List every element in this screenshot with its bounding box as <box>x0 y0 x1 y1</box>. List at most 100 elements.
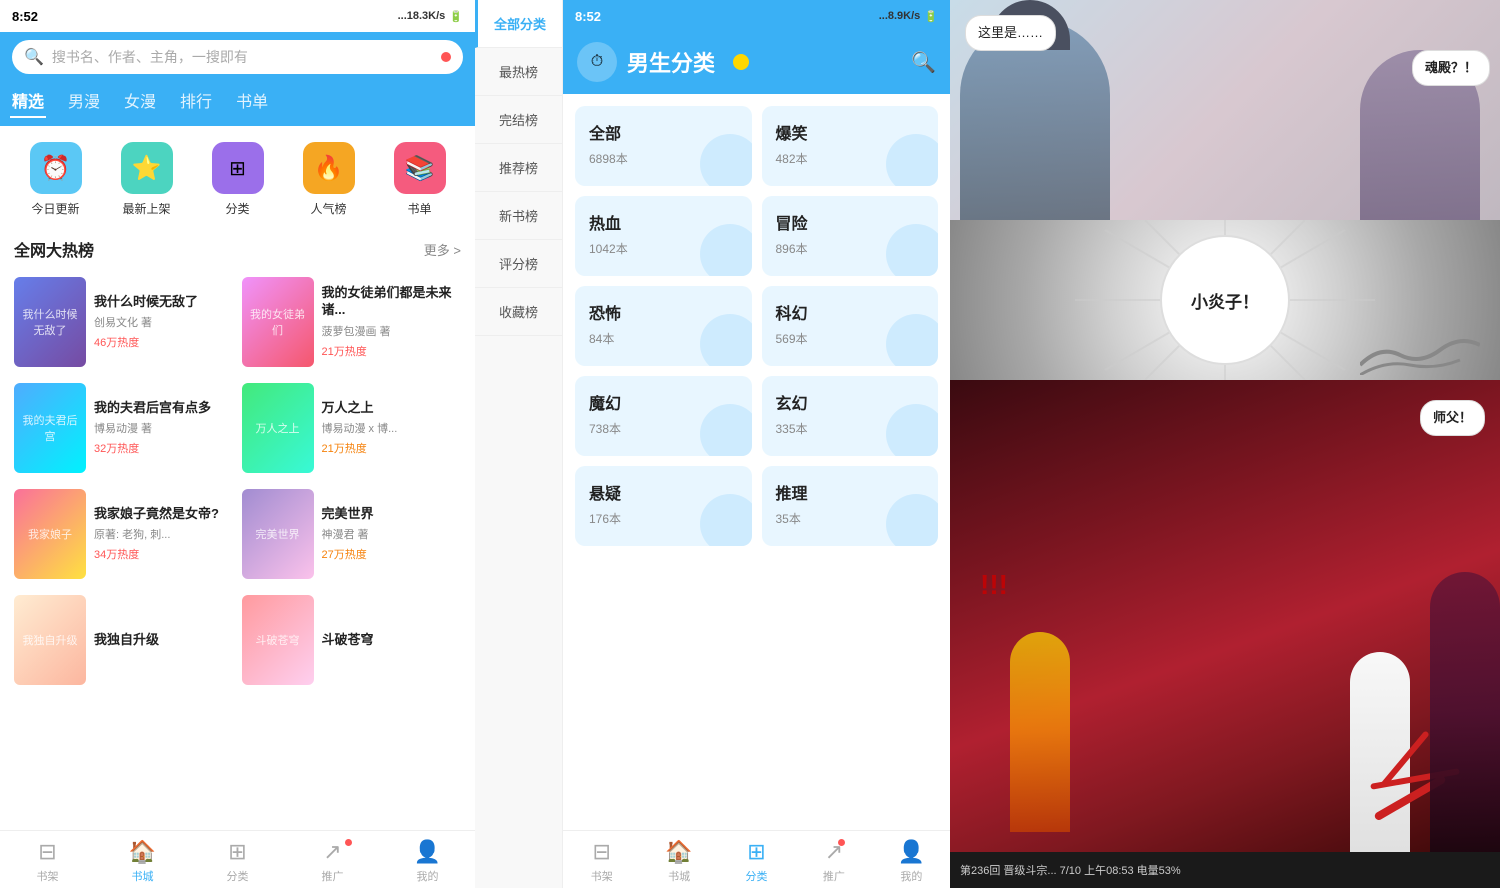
book-title-4: 我家娘子竟然是女帝? <box>94 506 234 523</box>
category-nav-label-left: 分类 <box>227 868 249 884</box>
bottom-nav-bookshelf[interactable]: ⊟ 书架 <box>0 839 95 884</box>
comic-status-bar: 第236回 晋级斗宗... 7/10 上午08:53 电量53% <box>950 852 1500 888</box>
booklist-icon: 📚 <box>394 142 446 194</box>
book-heat-0: 46万热度 <box>94 334 234 350</box>
book-item-2[interactable]: 我的夫君后宫 我的夫君后宫有点多 博易动漫 著 32万热度 <box>10 375 238 481</box>
cat-card-xuan[interactable]: 玄幻 335本 <box>762 376 939 456</box>
time-left: 8:52 <box>12 9 38 24</box>
cat-bg-funny <box>886 134 938 186</box>
bottom-nav-mine-left[interactable]: 👤 我的 <box>380 839 475 884</box>
quick-icon-booklist[interactable]: 📚 书单 <box>394 142 446 217</box>
book-item-3[interactable]: 万人之上 万人之上 博易动漫 x 博... 21万热度 <box>238 375 466 481</box>
cat-card-horror[interactable]: 恐怖 84本 <box>575 286 752 366</box>
sidebar-recommended[interactable]: 推荐榜 <box>475 144 562 192</box>
cats-search-icon[interactable]: 🔍 <box>911 50 936 75</box>
bottom-nav-bookcity-mid[interactable]: 🏠 书城 <box>640 839 717 884</box>
sidebar-newbooks[interactable]: 新书榜 <box>475 192 562 240</box>
tab-ranking[interactable]: 排行 <box>178 84 214 118</box>
tab-female[interactable]: 女漫 <box>122 84 158 118</box>
quick-icon-today[interactable]: ⏰ 今日更新 <box>30 142 82 217</box>
category-icon: ⊞ <box>212 142 264 194</box>
search-input-wrap[interactable]: 🔍 搜书名、作者、主角，一搜即有 <box>12 40 463 74</box>
cat-card-magic[interactable]: 魔幻 738本 <box>575 376 752 456</box>
bottom-nav-bookshelf-mid[interactable]: ⊟ 书架 <box>563 839 640 884</box>
bubble-text-shifu: 师父！ <box>1433 410 1472 425</box>
book-title-3: 万人之上 <box>322 400 462 417</box>
cat-card-action[interactable]: 热血 1042本 <box>575 196 752 276</box>
sidebar-collected[interactable]: 收藏榜 <box>475 288 562 336</box>
category-label: 分类 <box>225 200 249 217</box>
book-info-4: 我家娘子竟然是女帝? 原著: 老狗, 刺... 34万热度 <box>94 489 234 579</box>
bottom-nav-promo-left[interactable]: ↗ 推广 <box>285 839 380 884</box>
book-item-0[interactable]: 我什么时候无敌了 我什么时候无敌了 创易文化 著 46万热度 <box>10 269 238 375</box>
dark-figure <box>1430 572 1500 852</box>
category-nav-label-mid: 分类 <box>746 868 768 884</box>
book-title-2: 我的夫君后宫有点多 <box>94 400 234 417</box>
flame-figure <box>1010 632 1070 832</box>
sidebar-hottest[interactable]: 最热榜 <box>475 48 562 96</box>
sidebar-completed[interactable]: 完结榜 <box>475 96 562 144</box>
book-cover-1: 我的女徒弟们 <box>242 277 314 367</box>
book-cover-2: 我的夫君后宫 <box>14 383 86 473</box>
search-mic-dot[interactable] <box>441 52 451 62</box>
cat-card-scifi[interactable]: 科幻 569本 <box>762 286 939 366</box>
bookcity-nav-label-mid: 书城 <box>668 868 690 884</box>
comic-panel-3: 师父！ !!! <box>950 380 1500 852</box>
sidebar-categories: 全部分类 最热榜 完结榜 推荐榜 新书榜 评分榜 收藏榜 <box>475 0 563 888</box>
book-info-2: 我的夫君后宫有点多 博易动漫 著 32万热度 <box>94 383 234 473</box>
bubble-text-xiao-yan: 小炎子！ <box>1191 288 1259 313</box>
cat-card-all[interactable]: 全部 6898本 <box>575 106 752 186</box>
book-cover-4: 我家娘子 <box>14 489 86 579</box>
bottom-nav-mine-mid[interactable]: 👤 我的 <box>873 839 950 884</box>
cat-card-detective[interactable]: 推理 35本 <box>762 466 939 546</box>
mine-nav-label-mid: 我的 <box>900 868 922 884</box>
book-title-0: 我什么时候无敌了 <box>94 294 234 311</box>
bottom-nav-promo-mid[interactable]: ↗ 推广 <box>795 839 872 884</box>
bottom-nav-category-left[interactable]: ⊞ 分类 <box>190 839 285 884</box>
bookshelf-nav-icon-mid: ⊟ <box>592 839 610 865</box>
book-heat-1: 21万热度 <box>322 343 462 359</box>
tab-booklist[interactable]: 书单 <box>234 84 270 118</box>
book-cover-0: 我什么时候无敌了 <box>14 277 86 367</box>
hot-more-link[interactable]: 更多 > <box>424 240 461 259</box>
promo-nav-label-left: 推广 <box>322 868 344 884</box>
quick-icon-new[interactable]: ⭐ 最新上架 <box>121 142 173 217</box>
sidebar-all-cats[interactable]: 全部分类 <box>475 0 562 48</box>
quick-icon-category[interactable]: ⊞ 分类 <box>212 142 264 217</box>
book-cover-5: 完美世界 <box>242 489 314 579</box>
chains-svg <box>1360 325 1480 375</box>
comic-status-text: 第236回 晋级斗宗... 7/10 上午08:53 电量53% <box>960 862 1490 878</box>
new-label: 最新上架 <box>122 200 170 217</box>
panel-bookcity: 8:52 ...18.3K/s 🔋 🔍 搜书名、作者、主角，一搜即有 精选 男漫… <box>0 0 475 888</box>
book-heat-4: 34万热度 <box>94 546 234 562</box>
book-info-3: 万人之上 博易动漫 x 博... 21万热度 <box>322 383 462 473</box>
status-bar-mid: 8:52 ...8.9K/s 🔋 <box>563 0 950 32</box>
hot-section-title: 全网大热榜 <box>14 237 94 261</box>
book-heat-3: 21万热度 <box>322 440 462 456</box>
search-placeholder: 搜书名、作者、主角，一搜即有 <box>52 47 433 67</box>
quick-icon-popular[interactable]: 🔥 人气榜 <box>303 142 355 217</box>
status-icons-left: ...18.3K/s 🔋 <box>398 10 463 23</box>
bookshelf-nav-label: 书架 <box>37 868 59 884</box>
book-heat-2: 32万热度 <box>94 440 234 456</box>
cat-card-funny[interactable]: 爆笑 482本 <box>762 106 939 186</box>
tab-male[interactable]: 男漫 <box>66 84 102 118</box>
book-item-7[interactable]: 斗破苍穹 斗破苍穹 <box>238 587 466 693</box>
quick-icons-grid: ⏰ 今日更新 ⭐ 最新上架 ⊞ 分类 🔥 人气榜 📚 书单 <box>0 126 475 227</box>
book-item-5[interactable]: 完美世界 完美世界 神漫君 著 27万热度 <box>238 481 466 587</box>
bottom-nav-bookcity[interactable]: 🏠 书城 <box>95 839 190 884</box>
sidebar-rated[interactable]: 评分榜 <box>475 240 562 288</box>
tab-featured[interactable]: 精选 <box>10 84 46 118</box>
bottom-nav-category-mid[interactable]: ⊞ 分类 <box>718 839 795 884</box>
mine-nav-icon-left: 👤 <box>414 839 441 865</box>
book-item-4[interactable]: 我家娘子 我家娘子竟然是女帝? 原著: 老狗, 刺... 34万热度 <box>10 481 238 587</box>
popular-icon: 🔥 <box>303 142 355 194</box>
status-bar-left: 8:52 ...18.3K/s 🔋 <box>0 0 475 32</box>
book-item-1[interactable]: 我的女徒弟们 我的女徒弟们都是未来诸... 菠萝包漫画 著 21万热度 <box>238 269 466 375</box>
book-info-1: 我的女徒弟们都是未来诸... 菠萝包漫画 著 21万热度 <box>322 277 462 367</box>
bookcity-nav-icon-mid: 🏠 <box>665 839 692 865</box>
book-item-6[interactable]: 我独自升级 我独自升级 <box>10 587 238 693</box>
cat-card-mystery[interactable]: 悬疑 176本 <box>575 466 752 546</box>
cat-card-adventure[interactable]: 冒险 896本 <box>762 196 939 276</box>
book-author-3: 博易动漫 x 博... <box>322 420 462 436</box>
